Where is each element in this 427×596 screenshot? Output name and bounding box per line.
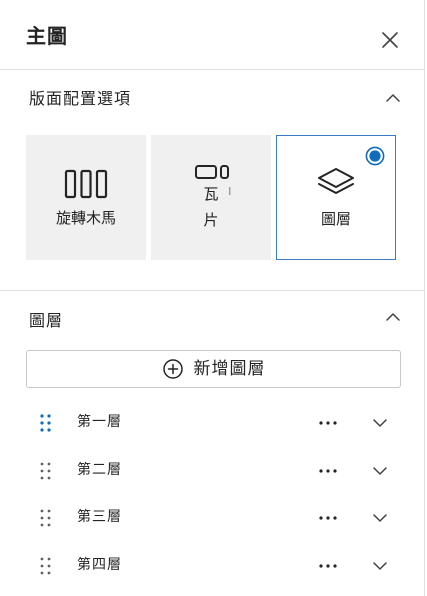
layer-label: 第四層: [77, 557, 122, 573]
add-layer-button[interactable]: 新增圖層: [26, 350, 401, 388]
layout-option-label: 圖層: [320, 210, 351, 228]
chevron-down-icon[interactable]: [369, 412, 391, 434]
drag-handle-icon[interactable]: [36, 413, 56, 433]
layer-row[interactable]: 第二層: [0, 447, 425, 495]
tile-indicator-icon: [229, 187, 231, 195]
chevron-up-icon: [386, 94, 400, 102]
drag-handle-icon[interactable]: [36, 508, 56, 528]
close-icon: [382, 32, 398, 48]
more-options-icon[interactable]: [315, 554, 341, 578]
layout-option-label: 瓦片: [203, 185, 219, 229]
chevron-down-icon[interactable]: [369, 460, 391, 482]
layers-icon: [318, 168, 354, 194]
layer-label: 第一層: [77, 414, 122, 430]
layout-options-title: 版面配置選項: [29, 89, 132, 108]
drag-handle-icon[interactable]: [36, 461, 56, 481]
add-layer-content: 新增圖層: [27, 351, 400, 387]
layout-option-tiles[interactable]: 瓦片: [151, 135, 271, 260]
more-options-icon[interactable]: [315, 506, 341, 530]
more-options-icon[interactable]: [315, 459, 341, 483]
add-layer-label: 新增圖層: [193, 359, 266, 379]
section-divider: [0, 290, 424, 291]
panel-header: 主圖: [0, 0, 424, 70]
layout-option-layers[interactable]: 圖層: [276, 135, 396, 260]
chevron-down-icon[interactable]: [369, 555, 391, 577]
layout-options-collapse-button[interactable]: [382, 87, 404, 109]
layer-row[interactable]: 第一層: [0, 399, 425, 447]
layers-section-title: 圖層: [29, 311, 64, 330]
chevron-up-icon: [386, 313, 400, 321]
chevron-down-icon[interactable]: [369, 507, 391, 529]
radio-selected-icon: [365, 146, 385, 166]
layer-row[interactable]: 第三層: [0, 494, 425, 542]
drag-handle-icon[interactable]: [36, 556, 56, 576]
close-button[interactable]: [376, 26, 404, 54]
layout-option-carousel[interactable]: 旋轉木馬: [26, 135, 146, 260]
more-options-icon[interactable]: [315, 411, 341, 435]
layer-label: 第二層: [77, 462, 122, 478]
layer-row[interactable]: 第四層: [0, 542, 425, 590]
hero-properties-panel: 主圖 版面配置選項 旋轉木馬 瓦片 圖層 圖層 新增圖層 第一層 第二層 第三層…: [0, 0, 425, 596]
add-circle-icon: [162, 359, 183, 379]
carousel-icon: [64, 169, 108, 199]
layer-label: 第三層: [77, 509, 122, 525]
layers-collapse-button[interactable]: [382, 306, 404, 328]
layout-option-label: 旋轉木馬: [55, 209, 116, 227]
panel-title: 主圖: [26, 24, 68, 48]
